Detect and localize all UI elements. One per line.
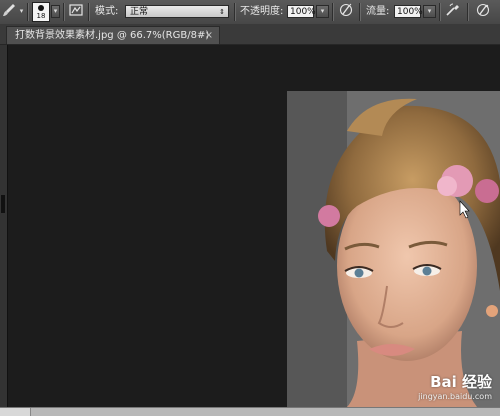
options-bar: ▾ 18 ▾ 模式: 正常 ⇕ 不透明度: 100% ▾ 流量: 100% ▾: [0, 0, 500, 25]
document-tab-title: 打数背景效果素材.jpg @ 66.7%(RGB/8#): [15, 30, 210, 41]
opacity-input[interactable]: 100%: [287, 5, 316, 18]
portrait-image: [287, 91, 500, 407]
document-image[interactable]: Bai 经验 jingyan.baidu.com: [287, 91, 500, 407]
opacity-label: 不透明度:: [240, 6, 284, 17]
airbrush-icon[interactable]: [444, 3, 462, 21]
watermark-brand: Bai 经验: [430, 373, 492, 391]
brush-tool-icon[interactable]: [0, 3, 18, 21]
brush-preset-dropdown-icon[interactable]: ▾: [51, 5, 60, 18]
divider: [88, 3, 90, 21]
watermark: Bai 经验 jingyan.baidu.com: [418, 371, 492, 401]
brush-panel-toggle-icon[interactable]: [67, 3, 85, 21]
divider: [467, 3, 469, 21]
pressure-opacity-icon[interactable]: [337, 3, 355, 21]
tools-panel-edge[interactable]: [0, 45, 8, 407]
select-arrows-icon: ⇕: [219, 8, 225, 16]
divider: [27, 3, 29, 21]
divider: [439, 3, 441, 21]
divider: [332, 3, 334, 21]
opacity-slider-toggle-icon[interactable]: ▾: [316, 5, 329, 18]
pressure-size-icon[interactable]: [474, 3, 492, 21]
flow-input[interactable]: 100%: [394, 5, 423, 18]
divider: [63, 3, 65, 21]
opacity-value: 100%: [290, 7, 316, 17]
close-icon[interactable]: ×: [205, 27, 213, 44]
mode-label: 模式:: [95, 6, 119, 17]
divider: [359, 3, 361, 21]
divider: [234, 3, 236, 21]
document-tab[interactable]: 打数背景效果素材.jpg @ 66.7%(RGB/8#) ×: [6, 26, 220, 44]
flow-slider-toggle-icon[interactable]: ▾: [423, 5, 436, 18]
document-tab-bar: 打数背景效果素材.jpg @ 66.7%(RGB/8#) ×: [0, 24, 500, 45]
watermark-url: jingyan.baidu.com: [418, 392, 492, 401]
flow-value: 100%: [397, 7, 423, 17]
mode-select[interactable]: 正常 ⇕: [125, 5, 229, 18]
panel-collapse-handle[interactable]: [1, 195, 5, 213]
brush-preset-icon: [38, 5, 44, 11]
brush-preset-picker[interactable]: 18: [32, 2, 50, 22]
mode-value: 正常: [130, 7, 149, 17]
tool-preset-dropdown-icon[interactable]: ▾: [17, 6, 26, 17]
flow-label: 流量:: [366, 6, 390, 17]
brush-size-value: 18: [36, 12, 46, 20]
